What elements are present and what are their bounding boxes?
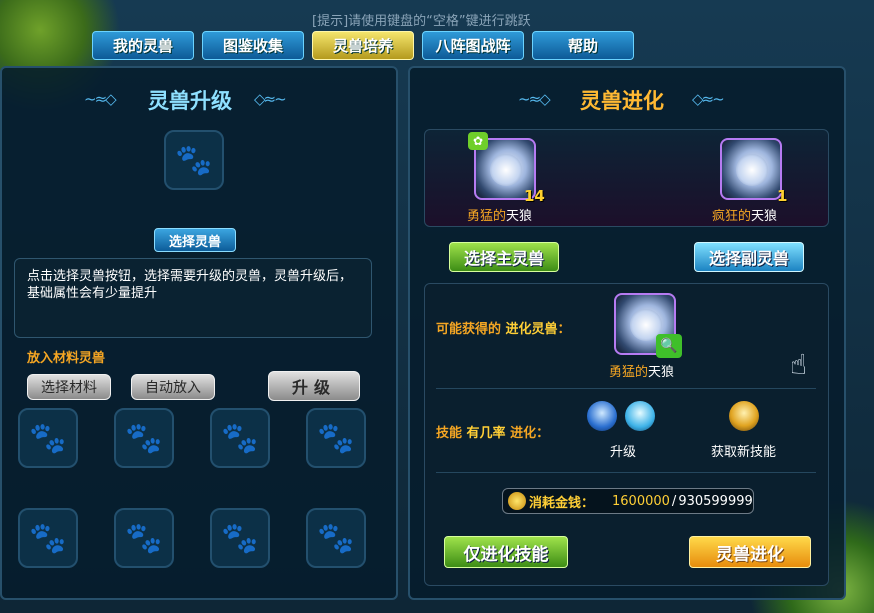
gold-cost-value: 1600000 xyxy=(612,493,670,509)
divider xyxy=(436,388,816,389)
paw-icon: 🐾 xyxy=(221,420,259,456)
paw-icon: 🐾 xyxy=(125,520,163,556)
select-beast-button[interactable]: 选择灵兽 xyxy=(154,228,236,252)
evolve-skill-only-button[interactable]: 仅进化技能 xyxy=(444,536,568,568)
upgrade-button[interactable]: 升级 xyxy=(268,371,360,401)
upgrade-title: 灵兽升级 xyxy=(148,89,232,113)
pointer-hand-icon: ☝ xyxy=(790,348,808,381)
upgrade-target-slot[interactable]: 🐾 xyxy=(164,130,224,190)
material-slot[interactable]: 🐾 xyxy=(210,408,270,468)
main-beast-level: 14 xyxy=(524,187,545,205)
tab-my-beasts[interactable]: 我的灵兽 xyxy=(92,31,194,60)
sub-beast-portrait[interactable] xyxy=(720,138,782,200)
gold-coin-icon xyxy=(508,492,526,510)
new-skill-icon[interactable] xyxy=(729,401,759,431)
material-slot[interactable]: 🐾 xyxy=(306,408,366,468)
skill-icon[interactable] xyxy=(625,401,655,431)
main-beast-name: 勇猛的天狼 xyxy=(467,209,533,224)
tab-formation-battle[interactable]: 八阵图战阵 xyxy=(422,31,524,60)
paw-icon: 🐾 xyxy=(125,420,163,456)
title-ornament-left-icon: ~≈◇ xyxy=(518,90,551,108)
paw-icon: 🐾 xyxy=(317,520,355,556)
material-slot[interactable]: 🐾 xyxy=(114,508,174,568)
new-skill-text: 获取新技能 xyxy=(711,445,777,460)
sub-beast-name: 疯狂的天狼 xyxy=(712,209,778,224)
gold-cost-bar: 消耗金钱： 1600000 / 930599999 xyxy=(502,488,754,514)
paw-icon: 🐾 xyxy=(317,420,355,456)
title-ornament-left-icon: ~≈◇ xyxy=(84,90,117,108)
skill-icon[interactable] xyxy=(587,401,617,431)
gold-cost-label: 消耗金钱： xyxy=(529,495,595,511)
material-slot[interactable]: 🐾 xyxy=(210,508,270,568)
gold-owned: 930599999 xyxy=(678,493,753,509)
select-sub-beast-button[interactable]: 选择副灵兽 xyxy=(694,242,804,272)
material-label: 放入材料灵兽 xyxy=(27,351,106,366)
paw-icon: 🐾 xyxy=(175,142,213,178)
material-slot[interactable]: 🐾 xyxy=(306,508,366,568)
paw-icon: 🐾 xyxy=(221,520,259,556)
auto-place-button[interactable]: 自动放入 xyxy=(131,374,215,400)
paw-icon: 🐾 xyxy=(29,520,67,556)
select-material-button[interactable]: 选择材料 xyxy=(27,374,111,400)
paw-badge-icon: ✿ xyxy=(468,132,488,150)
main-tabs: 我的灵兽 图鉴收集 灵兽培养 八阵图战阵 帮助 xyxy=(92,31,634,60)
tab-beast-training[interactable]: 灵兽培养 xyxy=(312,31,414,60)
material-slot[interactable]: 🐾 xyxy=(18,508,78,568)
evolution-title: 灵兽进化 xyxy=(580,89,664,113)
gold-separator: / xyxy=(671,493,677,509)
tab-help[interactable]: 帮助 xyxy=(532,31,634,60)
tab-collection[interactable]: 图鉴收集 xyxy=(202,31,304,60)
divider xyxy=(436,472,816,473)
possible-beast-label: 可能获得的 进化灵兽： xyxy=(436,322,571,337)
paw-icon: 🐾 xyxy=(29,420,67,456)
material-slot[interactable]: 🐾 xyxy=(114,408,174,468)
title-ornament-right-icon: ◇≈~ xyxy=(254,90,287,108)
title-ornament-right-icon: ◇≈~ xyxy=(692,90,725,108)
magnifier-icon[interactable]: 🔍 xyxy=(656,334,682,358)
sub-beast-level: 1 xyxy=(777,187,788,205)
select-main-beast-button[interactable]: 选择主灵兽 xyxy=(449,242,559,272)
upgrade-skill-text: 升级 xyxy=(610,445,637,460)
beast-evolve-button[interactable]: 灵兽进化 xyxy=(689,536,811,568)
tip-text: [提示]请使用键盘的“空格”键进行跳跃 xyxy=(312,14,531,29)
result-beast-name: 勇猛的天狼 xyxy=(609,365,675,380)
material-slot[interactable]: 🐾 xyxy=(18,408,78,468)
upgrade-description: 点击选择灵兽按钮，选择需要升级的灵兽，灵兽升级后，基础属性会有少量提升 xyxy=(14,258,372,338)
skill-evolve-label: 技能 有几率 进化： xyxy=(436,426,550,441)
